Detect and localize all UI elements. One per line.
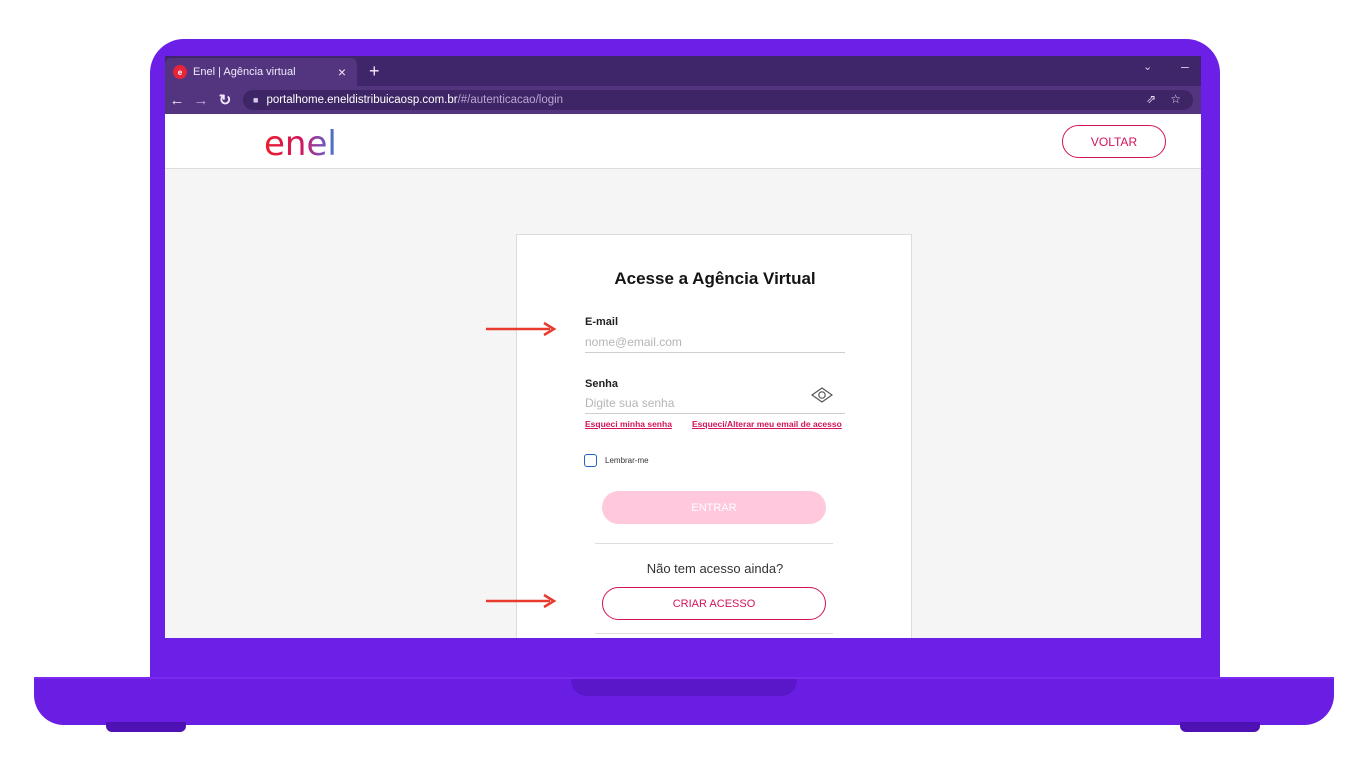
browser-tab-active[interactable]: e Enel | Agência virtual × <box>165 58 357 86</box>
divider <box>595 633 833 634</box>
login-submit-button[interactable]: ENTRAR <box>602 491 826 524</box>
remember-me-checkbox[interactable] <box>584 454 597 467</box>
remember-me-label: Lembrar-me <box>605 456 649 465</box>
back-button[interactable]: VOLTAR <box>1062 125 1166 158</box>
logo-text: enel <box>264 124 337 162</box>
address-bar: ← → ↻ ■ portalhome.eneldistribuicaosp.co… <box>165 86 1201 114</box>
enel-logo[interactable]: enel <box>262 122 352 167</box>
reload-icon[interactable]: ↻ <box>213 91 237 109</box>
url-path: /#/autenticacao/login <box>457 94 564 106</box>
divider <box>595 543 833 544</box>
eye-icon[interactable] <box>811 387 833 403</box>
forgot-email-link[interactable]: Esqueci/Alterar meu email de acesso <box>692 419 842 429</box>
back-arrow-icon[interactable]: ← <box>165 92 189 109</box>
login-card: Acesse a Agência Virtual E-mail Senha Es… <box>516 234 912 638</box>
login-title: Acesse a Agência Virtual <box>614 269 816 288</box>
create-access-button[interactable]: CRIAR ACESSO <box>602 587 826 620</box>
annotation-arrow-create-access <box>486 593 557 609</box>
annotation-arrow-email <box>486 321 557 337</box>
close-icon[interactable]: × <box>335 64 349 80</box>
minimize-icon[interactable]: – <box>1181 58 1189 74</box>
laptop-foot-left <box>106 722 186 732</box>
share-icon[interactable]: ⇗ <box>1146 92 1156 106</box>
laptop-foot-right <box>1180 722 1260 732</box>
laptop-notch <box>571 679 797 696</box>
no-access-text: Não tem acesso ainda? <box>646 561 784 576</box>
tab-title: Enel | Agência virtual <box>193 66 296 78</box>
browser-window: e Enel | Agência virtual × + ⌄ – ← → ↻ ■… <box>165 56 1201 638</box>
new-tab-icon[interactable]: + <box>369 61 380 81</box>
lock-icon: ■ <box>253 95 259 105</box>
forgot-password-link[interactable]: Esqueci minha senha <box>585 419 672 429</box>
url-host: portalhome.eneldistribuicaosp.com.br <box>266 94 458 106</box>
email-field[interactable] <box>585 331 845 353</box>
site-header: enel VOLTAR <box>165 114 1201 169</box>
bookmark-star-icon[interactable]: ☆ <box>1170 92 1181 106</box>
url-field[interactable]: ■ portalhome.eneldistribuicaosp.com.br/#… <box>243 90 1193 110</box>
password-field[interactable] <box>585 392 845 414</box>
chevron-down-icon[interactable]: ⌄ <box>1143 60 1152 73</box>
email-label: E-mail <box>585 316 619 328</box>
password-label: Senha <box>585 378 619 390</box>
laptop-mockup: e Enel | Agência virtual × + ⌄ – ← → ↻ ■… <box>0 0 1366 768</box>
tab-bar: e Enel | Agência virtual × + ⌄ – <box>165 56 1201 86</box>
enel-favicon-icon: e <box>173 65 187 79</box>
forward-arrow-icon[interactable]: → <box>189 92 213 109</box>
